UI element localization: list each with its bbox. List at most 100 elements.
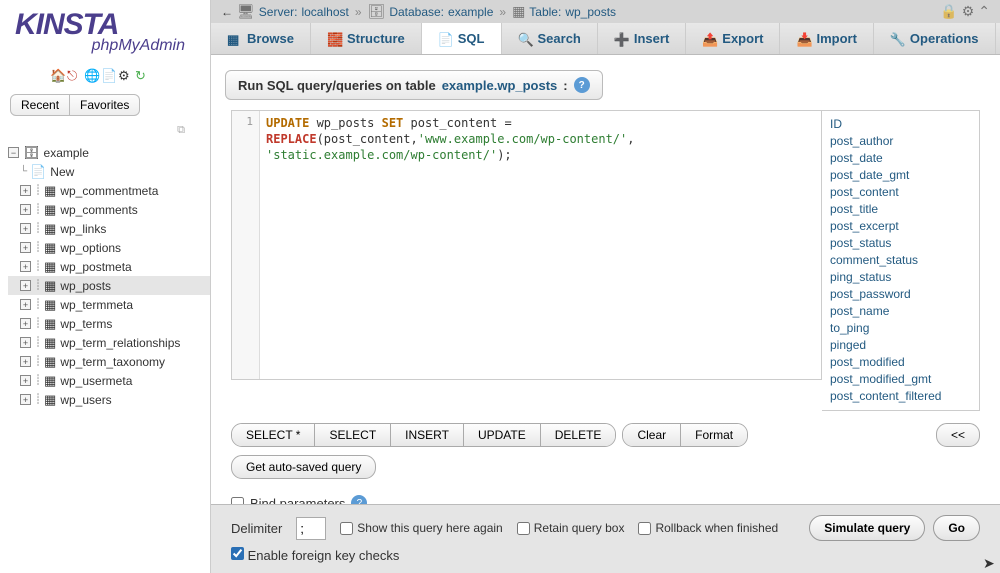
tree-table-wp_commentmeta[interactable]: +┊▦wp_commentmeta [8,181,210,200]
nav-icon[interactable]: ← [221,5,233,19]
db-tree: − 🗄 example └ 📄 New +┊▦wp_commentmeta+┊▦… [0,139,210,573]
tree-table-wp_options[interactable]: +┊▦wp_options [8,238,210,257]
column-ping_status[interactable]: ping_status [830,269,971,286]
delete-button[interactable]: DELETE [541,424,616,446]
column-ID[interactable]: ID [830,116,971,133]
tab-search[interactable]: 🔍Search [502,23,598,54]
select-star-button[interactable]: SELECT * [232,424,315,446]
rollback-checkbox[interactable] [638,522,651,535]
tree-table-wp_links[interactable]: +┊▦wp_links [8,219,210,238]
update-button[interactable]: UPDATE [464,424,541,446]
column-comment_status[interactable]: comment_status [830,252,971,269]
expand-icon[interactable]: + [20,394,31,405]
favorites-button[interactable]: Favorites [70,94,140,116]
tab-triggers[interactable]: ⚡Triggers [996,23,1000,54]
show-again-checkbox[interactable] [340,522,353,535]
autosaved-button[interactable]: Get auto-saved query [231,455,376,479]
browse-icon: ▦ [227,32,241,46]
expand-icon[interactable]: + [20,242,31,253]
column-post_name[interactable]: post_name [830,303,971,320]
column-post_password[interactable]: post_password [830,286,971,303]
tree-table-wp_users[interactable]: +┊▦wp_users [8,390,210,409]
clear-button[interactable]: Clear [623,424,681,446]
tab-structure[interactable]: 🧱Structure [311,23,422,54]
expand-icon[interactable]: + [20,261,31,272]
home-icon[interactable]: 🏠 [50,68,64,82]
simulate-button[interactable]: Simulate query [809,515,925,541]
expand-icon[interactable]: + [20,318,31,329]
settings-icon[interactable]: ⚙ [962,3,975,20]
tab-import[interactable]: 📥Import [780,23,873,54]
bind-checkbox[interactable] [231,497,244,505]
fk-checkbox[interactable] [231,547,244,560]
tab-sql[interactable]: 📄SQL [422,23,502,54]
tree-table-wp_term_relationships[interactable]: +┊▦wp_term_relationships [8,333,210,352]
sql-panel: Run SQL query/queries on table example.w… [211,55,1000,504]
sidebar: KINSTA phpMyAdmin 🏠 ⎋ 🌐 📄 ⚙ ↻ Recent Fav… [0,0,211,573]
column-post_content[interactable]: post_content [830,184,971,201]
tree-table-wp_terms[interactable]: +┊▦wp_terms [8,314,210,333]
bind-help-icon[interactable]: ? [351,495,367,504]
column-pinged[interactable]: pinged [830,337,971,354]
column-post_content_filtered[interactable]: post_content_filtered [830,388,971,405]
tree-table-wp_posts[interactable]: +┊▦wp_posts [8,276,210,295]
globe-icon[interactable]: 🌐 [84,68,98,82]
column-post_title[interactable]: post_title [830,201,971,218]
tree-table-wp_usermeta[interactable]: +┊▦wp_usermeta [8,371,210,390]
select-button[interactable]: SELECT [315,424,391,446]
gear-icon[interactable]: ⚙ [118,68,132,82]
expand-icon[interactable]: + [20,223,31,234]
tree-table-wp_termmeta[interactable]: +┊▦wp_termmeta [8,295,210,314]
sql-editor[interactable]: 1 UPDATE wp_posts SET post_content = REP… [231,110,822,380]
tree-table-wp_term_taxonomy[interactable]: +┊▦wp_term_taxonomy [8,352,210,371]
tree-table-wp_comments[interactable]: +┊▦wp_comments [8,200,210,219]
expand-icon[interactable]: + [20,337,31,348]
format-button[interactable]: Format [681,424,747,446]
column-post_excerpt[interactable]: post_excerpt [830,218,971,235]
lock-icon[interactable]: 🔒 [940,3,957,20]
link-icon[interactable]: ⧉ [0,122,210,139]
tab-operations[interactable]: 🔧Operations [874,23,996,54]
tab-insert[interactable]: ➕Insert [598,23,686,54]
doc-icon[interactable]: 📄 [101,68,115,82]
tab-label: Search [538,31,581,46]
column-post_author[interactable]: post_author [830,133,971,150]
tab-browse[interactable]: ▦Browse [211,23,311,54]
refresh-icon[interactable]: ↻ [135,68,149,82]
query-header-target[interactable]: example.wp_posts [442,78,558,93]
server-value[interactable]: localhost [301,5,348,19]
expand-icon[interactable]: + [20,280,31,291]
table-value[interactable]: wp_posts [565,5,616,19]
expand-icon[interactable]: + [20,204,31,215]
help-icon[interactable]: ? [574,77,590,93]
expand-icon[interactable]: + [20,299,31,310]
collapse-columns-button[interactable]: << [936,423,980,447]
expand-icon[interactable]: + [20,185,31,196]
chevron-up-icon[interactable]: ⌃ [978,3,990,20]
go-button[interactable]: Go [933,515,980,541]
retain-checkbox[interactable] [517,522,530,535]
columns-list[interactable]: IDpost_authorpost_datepost_date_gmtpost_… [822,110,980,411]
expand-icon[interactable]: + [20,375,31,386]
column-to_ping[interactable]: to_ping [830,320,971,337]
collapse-icon[interactable]: − [8,147,19,158]
recent-button[interactable]: Recent [10,94,70,116]
insert-button[interactable]: INSERT [391,424,464,446]
tab-export[interactable]: 📤Export [686,23,780,54]
expand-icon[interactable]: + [20,356,31,367]
delimiter-input[interactable] [296,517,326,540]
tree-new[interactable]: └ 📄 New [8,162,210,181]
db-value[interactable]: example [448,5,493,19]
sql-code[interactable]: UPDATE wp_posts SET post_content = REPLA… [260,111,821,379]
column-post_status[interactable]: post_status [830,235,971,252]
tree-table-wp_postmeta[interactable]: +┊▦wp_postmeta [8,257,210,276]
tree-db-root[interactable]: − 🗄 example [8,143,210,162]
main: ← 🖥 Server: localhost » 🗄 Database: exam… [211,0,1000,573]
column-post_modified[interactable]: post_modified [830,354,971,371]
column-post_modified_gmt[interactable]: post_modified_gmt [830,371,971,388]
column-post_date_gmt[interactable]: post_date_gmt [830,167,971,184]
logo: KINSTA phpMyAdmin [0,0,210,60]
database-icon: 🗄 [368,3,386,20]
exit-icon[interactable]: ⎋ [67,68,81,82]
column-post_date[interactable]: post_date [830,150,971,167]
